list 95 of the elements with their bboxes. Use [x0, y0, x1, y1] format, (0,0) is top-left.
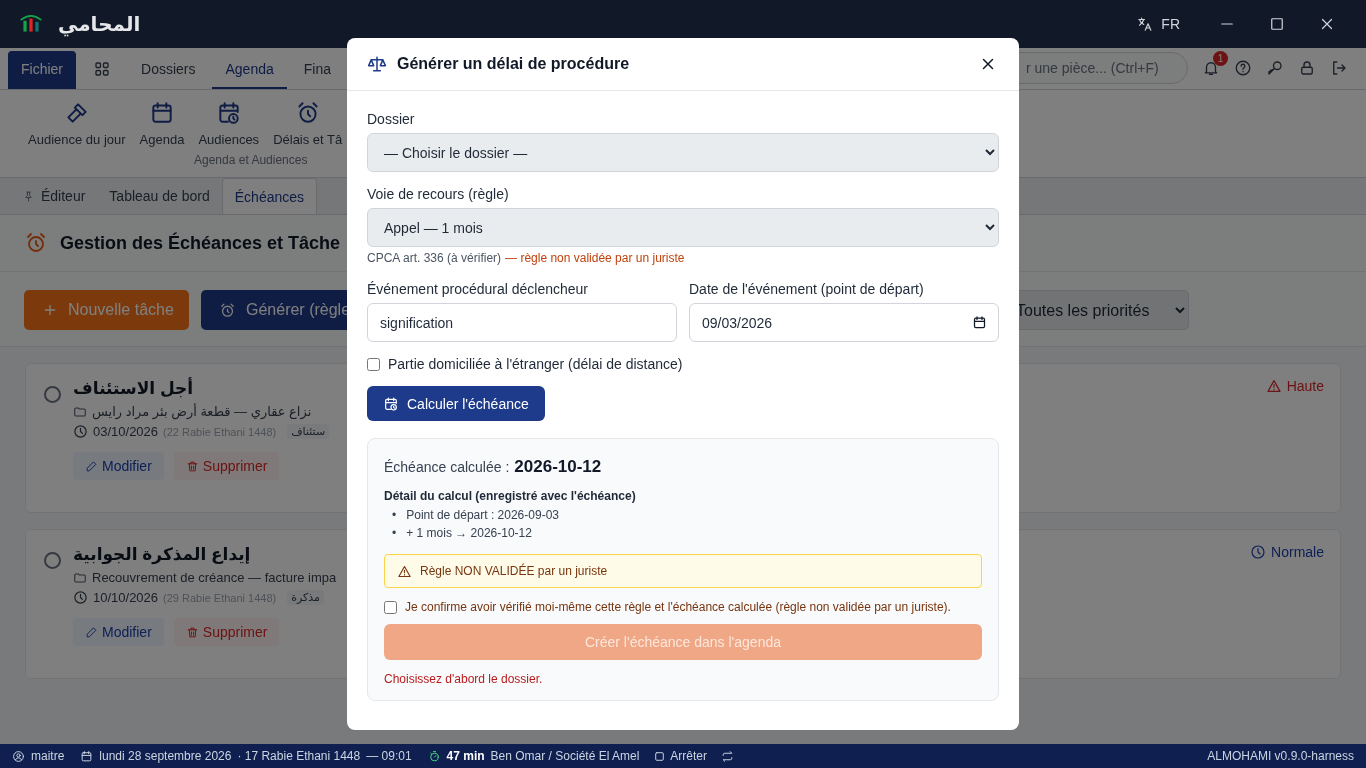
key-icon[interactable]	[1266, 59, 1284, 77]
help-icon[interactable]	[1234, 59, 1252, 77]
priority-label: Normale	[1271, 544, 1324, 560]
calculation-step: + 1 mois → 2026-10-12	[406, 524, 532, 542]
checkbox-label: Je confirme avoir vérifié moi-même cette règle et l'échéance calculée (règle non validée par un juriste).	[405, 600, 951, 614]
new-task-button[interactable]: Nouvelle tâche	[24, 290, 189, 330]
alarm-clock-icon	[219, 301, 236, 319]
task-tag: مذكرة	[287, 590, 324, 605]
clock-icon	[1250, 544, 1267, 560]
document-tab[interactable]: Échéances	[221, 178, 318, 214]
dossier-name: نزاع عقاري — قطعة أرض بئر مراد رايس	[92, 404, 312, 419]
error-message: Choisissez d'abord le dossier.	[384, 672, 544, 686]
calculate-button[interactable]: Calculer l'échéance	[367, 386, 545, 421]
plus-icon	[42, 302, 58, 318]
result-label: Échéance calculée :	[384, 459, 510, 475]
page-title: Gestion des Échéances et Tâche	[60, 232, 341, 254]
trash-icon	[185, 459, 199, 473]
ribbon-button[interactable]: Audiences	[192, 98, 266, 149]
warning-alert: Règle NON VALIDÉE par un juriste	[384, 554, 982, 588]
client-name: Ben Omar / Société El Amel	[490, 749, 640, 763]
delete-button[interactable]: Supprimer	[173, 452, 280, 480]
stop-icon	[653, 749, 667, 763]
field-label: Date de l'événement (point de départ)	[689, 281, 925, 297]
logout-icon[interactable]	[1330, 59, 1348, 77]
dossier-select[interactable]: — Choisir le dossier —	[367, 133, 999, 172]
file-menu-tab[interactable]: Fichier	[8, 51, 76, 89]
document-tab[interactable]: Tableau de bord	[97, 178, 222, 214]
delete-button[interactable]: Supprimer	[173, 618, 280, 646]
folder-icon	[73, 570, 87, 585]
task-checkbox[interactable]	[44, 386, 61, 403]
task-title: إيداع المذكرة الجوابية	[73, 544, 252, 565]
translate-icon	[1136, 15, 1154, 33]
lock-icon[interactable]	[1298, 59, 1316, 77]
priority-label: Haute	[1286, 378, 1324, 394]
rule-reference: CPCA art. 336 (à vérifier)	[367, 251, 502, 265]
app-version: ALMOHAMI v0.9.0-harness	[1207, 749, 1354, 763]
task-date: 03/10/2026	[93, 424, 159, 439]
task-tag: ستئناف	[287, 424, 330, 439]
edit-button[interactable]: Modifier	[73, 618, 164, 646]
bell-icon	[1202, 59, 1220, 77]
bullet: •	[392, 525, 397, 542]
stop-button[interactable]: Arrêter	[653, 749, 707, 763]
calendar-icon	[149, 100, 175, 126]
event-field[interactable]: signification	[367, 303, 677, 342]
current-time: — 09:01	[366, 749, 412, 763]
ribbon-button[interactable]: Agenda	[133, 98, 191, 149]
ribbon-tab[interactable]: Dossiers	[128, 51, 209, 89]
hijri-date: · 17 Rabie Ethani 1448	[237, 749, 361, 763]
user-name: maitre	[31, 749, 65, 763]
rule-warning: — règle non validée par un juriste	[505, 251, 685, 265]
alarm-clock-icon	[24, 231, 48, 255]
trash-icon	[185, 625, 199, 639]
field-label: Voie de recours (règle)	[367, 186, 510, 202]
calendar-clock-icon	[383, 395, 399, 412]
abroad-checkbox[interactable]	[367, 357, 380, 371]
ribbon-tab[interactable]: Fina	[290, 51, 344, 89]
field-label: Dossier	[367, 111, 416, 127]
repeat-icon[interactable]	[721, 749, 734, 763]
detail-title: Détail du calcul (enregistré avec l'échéance)	[384, 489, 637, 503]
ribbon-button[interactable]: Délais et Tâ	[267, 98, 349, 149]
folder-icon	[73, 404, 87, 419]
edit-button[interactable]: Modifier	[73, 452, 164, 480]
clock-icon	[73, 424, 88, 439]
clock-icon	[73, 590, 88, 605]
rule-select[interactable]: Appel — 1 mois	[367, 208, 999, 247]
pencil-icon	[85, 459, 98, 473]
app-name: المحامي	[58, 12, 141, 36]
task-date: 10/10/2026	[93, 590, 159, 605]
calendar-icon	[80, 749, 94, 763]
bullet: •	[392, 507, 397, 524]
timer-icon	[427, 749, 441, 763]
maximize-icon[interactable]	[1268, 15, 1286, 33]
task-checkbox[interactable]	[44, 552, 61, 569]
ribbon-button[interactable]: Audience du jour	[22, 98, 132, 149]
timer-value: 47 min	[446, 749, 485, 763]
current-date: lundi 28 septembre 2026	[99, 749, 232, 763]
language-label[interactable]: FR	[1161, 16, 1180, 32]
scale-icon	[367, 54, 387, 74]
calendar-icon	[972, 315, 987, 330]
dossier-name: Recouvrement de créance — facture impa	[92, 570, 337, 585]
checkbox-label: Partie domiciliée à l'étranger (délai de distance)	[388, 356, 683, 372]
pencil-icon	[85, 625, 98, 639]
result-date: 2026-10-12	[514, 457, 602, 477]
notification-badge: 1	[1213, 51, 1228, 66]
date-field[interactable]: 09/03/2026	[689, 303, 999, 342]
dialog-title: Générer un délai de procédure	[397, 55, 630, 73]
task-title: أجل الاستئناف	[73, 378, 195, 399]
group-label: Agenda et Audiences	[194, 153, 308, 167]
confirm-checkbox[interactable]	[384, 600, 397, 614]
grid-icon	[93, 60, 111, 78]
document-tab[interactable]: Éditeur	[10, 178, 98, 214]
user-icon	[12, 749, 25, 763]
warning-icon	[397, 563, 412, 579]
calculation-step: Point de départ : 2026-09-03	[406, 506, 559, 524]
warning-icon	[1265, 378, 1282, 394]
